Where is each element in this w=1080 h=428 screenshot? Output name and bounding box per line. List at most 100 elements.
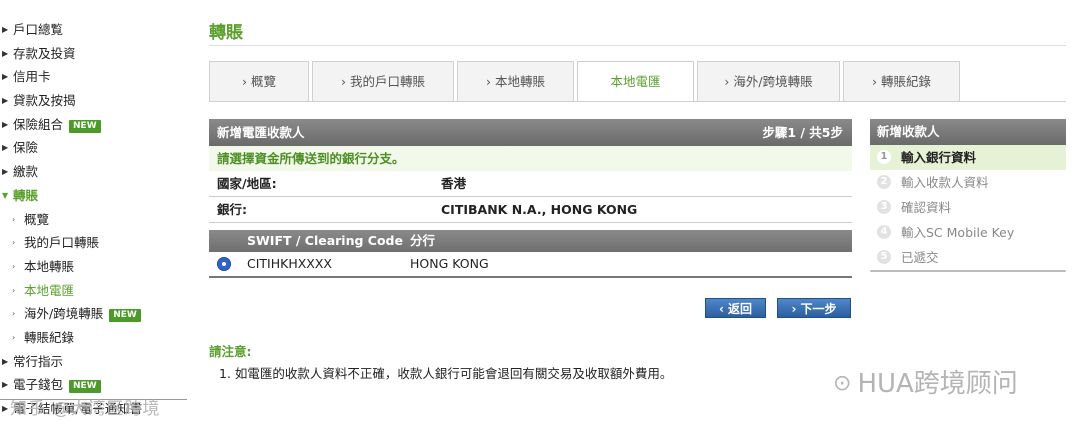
country-value: 香港 — [441, 176, 467, 191]
title-divider — [209, 45, 1066, 46]
step-item: 2 輸入收款人資料 — [870, 170, 1066, 195]
branch-cell: HONG KONG — [410, 256, 489, 271]
chevron-right-icon: ▶ — [2, 96, 9, 106]
new-badge: NEW — [109, 309, 141, 323]
tab-own-account-transfer[interactable]: › 我的戶口轉賬 — [312, 61, 454, 101]
chevron-right-icon: ▶ — [2, 119, 9, 129]
sidebar-subitem-local-transfer[interactable]: › 本地轉賬 — [0, 255, 190, 279]
chevron-right-icon: › — [12, 214, 16, 224]
notice-text: 1. 如電匯的收款人資料不正確，收款人銀行可能會退回有關交易及收取額外費用。 — [219, 366, 673, 381]
step-label: 已遞交 — [901, 250, 939, 265]
chevron-right-icon: › — [12, 261, 16, 271]
steps-panel-bottom — [870, 270, 1066, 272]
step-number: 2 — [877, 175, 891, 189]
sidebar-item-label: 我的戶口轉賬 — [24, 235, 100, 251]
new-badge: NEW — [69, 380, 101, 394]
sidebar-item-deposits[interactable]: ▶ 存款及投資 — [0, 42, 190, 66]
sidebar-item-label: 本地電匯 — [24, 282, 75, 298]
chevron-right-icon: › — [12, 332, 16, 342]
country-row: 國家/地區: 香港 — [209, 171, 852, 197]
table-row[interactable]: CITIHKHXXXX HONG KONG — [209, 252, 852, 278]
tab-local-telegraphic-transfer[interactable]: 本地電匯 — [577, 61, 694, 101]
sidebar-item-insurance-portfolio[interactable]: ▶ 保險組合 NEW — [0, 113, 190, 137]
sidebar-item-label: 本地轉賬 — [24, 258, 75, 274]
step-item: 5 已遞交 — [870, 245, 1066, 270]
back-button[interactable]: ‹ 返回 — [705, 298, 766, 318]
chevron-right-icon: ▶ — [2, 404, 9, 413]
sidebar-item-credit-card[interactable]: ▶ 信用卡 — [0, 65, 190, 89]
panel-header: 新增電匯收款人 步驟1 / 共5步 — [209, 119, 852, 146]
watermark-text: HUA跨境顾问 — [857, 369, 1018, 399]
sidebar-item-label: 轉賬紀錄 — [24, 329, 75, 345]
instruction-text: 請選擇資金所傳送到的銀行分支。 — [209, 146, 852, 171]
sidebar-item-label: 海外/跨境轉賬 — [24, 306, 104, 322]
sidebar-item-loans[interactable]: ▶ 貸款及按揭 — [0, 89, 190, 113]
column-header-branch: 分行 — [410, 233, 436, 248]
add-payee-panel: 新增電匯收款人 步驟1 / 共5步 請選擇資金所傳送到的銀行分支。 國家/地區:… — [209, 119, 852, 278]
sidebar-item-transfers[interactable]: ▼ 轉賬 — [0, 184, 190, 208]
step-indicator: 步驟1 / 共5步 — [762, 125, 843, 140]
sidebar-item-account-overview[interactable]: ▶ 戶口總覧 — [0, 18, 190, 42]
tab-overview[interactable]: › 概覽 — [209, 61, 309, 101]
chevron-right-icon: ▶ — [2, 356, 9, 366]
chevron-right-icon: › — [12, 285, 16, 295]
wechat-icon: ⊙ — [833, 371, 852, 396]
sidebar-item-label: 概覽 — [24, 211, 50, 227]
chevron-right-icon: ▶ — [2, 25, 9, 34]
table-header: SWIFT / Clearing Code 分行 — [209, 230, 852, 252]
sidebar-subitem-transfer-history[interactable]: › 轉賬紀錄 — [0, 326, 190, 350]
transfer-tabs: › 概覽 › 我的戶口轉賬 › 本地轉賬 本地電匯 › 海外/跨境轉賬 › 轉賬… — [209, 61, 1066, 102]
tab-local-transfer[interactable]: › 本地轉賬 — [457, 61, 574, 101]
sidebar-subitem-overseas-transfer[interactable]: › 海外/跨境轉賬 NEW — [0, 302, 190, 326]
tab-transfer-history[interactable]: › 轉賬紀錄 — [843, 61, 960, 101]
chevron-right-icon: ▶ — [2, 48, 9, 58]
chevron-down-icon: ▼ — [2, 190, 9, 200]
sidebar-item-label: 繳款 — [13, 164, 39, 180]
sidebar-item-payments[interactable]: ▶ 繳款 — [0, 160, 190, 184]
step-number: 1 — [877, 150, 891, 164]
sidebar-nav: ▶ 戶口總覧 ▶ 存款及投資 ▶ 信用卡 ▶ 貸款及按揭 ▶ 保險組合 NEW ▶ 保險 ▶ 繳… — [0, 18, 190, 421]
tabs-baseline — [209, 101, 1066, 102]
step-number: 4 — [877, 225, 891, 239]
chevron-right-icon: ▶ — [2, 72, 9, 82]
chevron-right-icon: ▶ — [2, 167, 9, 177]
sidebar-subitem-local-telegraphic-transfer[interactable]: › 本地電匯 — [0, 279, 190, 303]
tab-overseas-transfer[interactable]: › 海外/跨境轉賬 — [697, 61, 840, 101]
steps-panel-title: 新增收款人 — [870, 119, 1066, 145]
branch-radio-selected[interactable] — [217, 257, 231, 271]
step-label: 輸入SC Mobile Key — [901, 225, 1015, 240]
bank-row: 銀行: CITIBANK N.A., HONG KONG — [209, 197, 852, 223]
watermark-hua: ⊙ HUA跨境顾问 — [833, 363, 1018, 400]
sidebar-item-label: 信用卡 — [13, 69, 51, 85]
sidebar-subitem-own-account-transfer[interactable]: › 我的戶口轉賬 — [0, 231, 190, 255]
sidebar-item-label: 電子錢包 — [13, 377, 64, 393]
sidebar-item-insurance[interactable]: ▶ 保險 — [0, 136, 190, 160]
bank-value: CITIBANK N.A., HONG KONG — [441, 202, 638, 217]
sidebar-item-label: 保險 — [13, 140, 39, 156]
new-badge: NEW — [69, 119, 101, 133]
step-number: 5 — [877, 250, 891, 264]
sidebar-item-standing-instructions[interactable]: ▶ 常行指示 — [0, 350, 190, 374]
sidebar-item-label: 轉賬 — [13, 187, 39, 203]
chevron-right-icon: › — [12, 309, 16, 319]
page-title: 轉賬 — [209, 23, 243, 43]
chevron-right-icon: › — [12, 238, 16, 248]
sidebar-item-label: 貸款及按揭 — [13, 93, 76, 109]
step-label: 輸入收款人資料 — [901, 175, 989, 190]
bank-label: 銀行: — [217, 202, 247, 217]
column-header-swift: SWIFT / Clearing Code — [247, 233, 403, 248]
next-button[interactable]: › 下一步 — [777, 298, 851, 318]
panel-title: 新增電匯收款人 — [217, 125, 305, 140]
step-label: 確認資料 — [901, 200, 952, 215]
step-item: 1 輸入銀行資料 — [870, 145, 1066, 170]
watermark-zhihu: 知乎 @大湾区跨境 — [10, 399, 161, 419]
country-label: 國家/地區: — [217, 176, 277, 191]
step-item: 4 輸入SC Mobile Key — [870, 220, 1066, 245]
notice-title: 請注意: — [209, 344, 252, 359]
sidebar-item-label: 保險組合 — [13, 116, 64, 132]
sidebar-subitem-overview[interactable]: › 概覽 — [0, 208, 190, 232]
sidebar-item-label: 常行指示 — [13, 353, 64, 369]
step-item: 3 確認資料 — [870, 195, 1066, 220]
swift-code-cell: CITIHKHXXXX — [247, 256, 332, 271]
sidebar-item-label: 存款及投資 — [13, 45, 76, 61]
